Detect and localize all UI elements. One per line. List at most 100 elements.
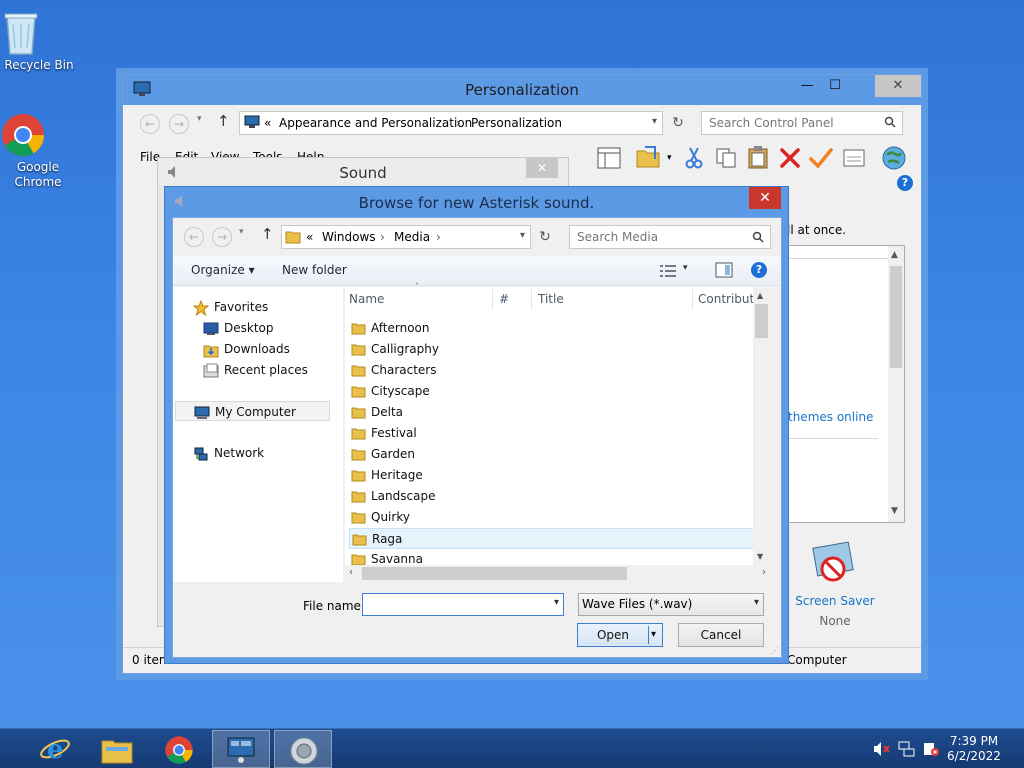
chevron-down-icon[interactable]: ▾ — [520, 230, 525, 241]
search-control-panel-input[interactable]: Search Control Panel — [701, 111, 903, 135]
folder-row[interactable]: Characters — [349, 360, 763, 381]
recent-dropdown[interactable]: ▾ — [197, 114, 202, 124]
folder-row[interactable]: Calligraphy — [349, 339, 763, 360]
breadcrumb-media[interactable]: Media — [394, 230, 430, 244]
file-list-vscrollbar[interactable]: ▲ ▼ — [753, 287, 770, 567]
open-dropdown-chevron-icon[interactable]: ▾ — [651, 624, 656, 646]
chevron-left-icon[interactable]: ‹ — [349, 567, 353, 578]
properties-icon[interactable] — [635, 145, 661, 169]
folder-row[interactable]: Cityscape — [349, 381, 763, 402]
column-separator[interactable] — [492, 289, 493, 309]
nav-favorites[interactable]: Favorites — [193, 297, 268, 317]
window-icon[interactable] — [843, 149, 865, 167]
folder-row[interactable]: Landscape — [349, 486, 763, 507]
maximize-button[interactable]: ☐ — [821, 75, 849, 97]
folder-row[interactable]: Garden — [349, 444, 763, 465]
checkmark-icon[interactable] — [809, 147, 833, 169]
folder-row[interactable]: Heritage — [349, 465, 763, 486]
chevron-down-icon[interactable]: ▾ — [683, 263, 688, 273]
chevron-down-icon[interactable]: ▼ — [757, 552, 763, 561]
chevron-down-icon[interactable]: ▾ — [754, 597, 759, 608]
view-options-icon[interactable] — [659, 264, 677, 278]
file-type-select[interactable]: Wave Files (*.wav) ▾ — [578, 593, 764, 616]
get-more-themes-link[interactable]: themes online — [788, 410, 873, 424]
folder-row[interactable]: Raga — [349, 528, 763, 549]
scrollbar-thumb[interactable] — [890, 266, 902, 368]
screen-saver-icon[interactable] — [811, 541, 857, 587]
folder-row[interactable]: Delta — [349, 402, 763, 423]
folder-row[interactable]: Festival — [349, 423, 763, 444]
forward-button[interactable]: → — [169, 114, 189, 134]
desktop-icon-google-chrome[interactable]: Google Chrome — [0, 112, 76, 190]
breadcrumb-separator[interactable]: › — [380, 230, 385, 244]
close-button[interactable]: ✕ — [875, 75, 921, 97]
breadcrumb-overflow[interactable]: « — [306, 230, 313, 244]
column-separator[interactable] — [531, 289, 532, 309]
nav-recent-places[interactable]: Recent places — [203, 360, 308, 380]
refresh-button[interactable]: ↻ — [534, 226, 556, 248]
column-header-number[interactable]: # — [499, 292, 509, 306]
action-center-icon[interactable] — [922, 741, 940, 757]
theme-list[interactable]: themes online ▲ ▼ — [787, 245, 905, 523]
organize-button[interactable]: Organize ▾ — [191, 263, 255, 277]
desktop-icon-recycle-bin[interactable]: Recycle Bin — [1, 8, 77, 73]
search-icon[interactable] — [884, 116, 896, 128]
network-tray-icon[interactable] — [898, 741, 916, 757]
chevron-down-icon[interactable]: ▾ — [652, 116, 657, 127]
resize-grip-icon[interactable]: ⋰ — [771, 646, 779, 655]
file-name-combobox[interactable]: ▾ — [362, 593, 564, 616]
taskbar-google-chrome[interactable] — [150, 730, 208, 768]
chevron-right-icon[interactable]: › — [762, 567, 766, 578]
back-button[interactable]: ← — [184, 227, 204, 247]
chevron-up-icon[interactable]: ▲ — [891, 250, 898, 260]
paste-icon[interactable] — [747, 145, 769, 169]
help-icon[interactable]: ? — [897, 175, 913, 191]
breadcrumb-windows[interactable]: Windows — [322, 230, 376, 244]
breadcrumb-personalization[interactable]: Personalization — [471, 116, 562, 130]
taskbar-sound[interactable] — [274, 730, 332, 768]
nav-network[interactable]: Network — [193, 443, 264, 463]
breadcrumb-separator[interactable]: › — [436, 230, 441, 244]
up-button[interactable]: ↑ — [261, 225, 274, 243]
scrollbar-thumb[interactable] — [362, 567, 627, 580]
recent-dropdown[interactable]: ▾ — [239, 227, 244, 237]
screen-saver-link[interactable]: Screen Saver — [793, 594, 877, 608]
chevron-down-icon[interactable]: ▼ — [891, 506, 898, 516]
sound-close-button[interactable]: ✕ — [526, 158, 558, 178]
personalization-titlebar[interactable]: Personalization — ☐ ✕ — [123, 75, 921, 105]
taskbar-control-panel[interactable] — [212, 730, 270, 768]
globe-icon[interactable] — [881, 145, 907, 171]
column-header-title[interactable]: Title — [538, 292, 564, 306]
help-icon[interactable]: ? — [751, 262, 767, 278]
folder-row[interactable]: Quirky — [349, 507, 763, 528]
refresh-button[interactable]: ↻ — [667, 112, 689, 134]
sound-titlebar[interactable]: Sound ✕ — [158, 158, 568, 186]
column-header-name[interactable]: Name — [349, 292, 384, 306]
breadcrumb-appearance[interactable]: Appearance and Personalization — [279, 116, 472, 130]
search-icon[interactable] — [752, 231, 764, 243]
copy-icon[interactable] — [715, 147, 737, 169]
preview-pane-icon[interactable] — [715, 262, 733, 278]
delete-icon[interactable] — [779, 147, 801, 169]
new-folder-button[interactable]: New folder — [282, 263, 347, 277]
cancel-button[interactable]: Cancel — [678, 623, 764, 647]
taskbar-file-explorer[interactable] — [88, 730, 146, 768]
column-separator[interactable] — [692, 289, 693, 309]
nav-desktop[interactable]: Desktop — [203, 318, 274, 338]
search-media-input[interactable]: Search Media — [569, 225, 771, 249]
taskbar-clock[interactable]: 7:39 PM 6/2/2022 — [944, 734, 1004, 764]
volume-muted-icon[interactable] — [873, 741, 891, 757]
file-list-hscrollbar[interactable]: ‹ › — [345, 565, 770, 582]
chevron-down-icon[interactable]: ▾ — [554, 597, 559, 608]
scrollbar-thumb[interactable] — [755, 304, 768, 338]
back-button[interactable]: ← — [140, 114, 160, 134]
breadcrumb-overflow[interactable]: « — [264, 116, 271, 130]
up-button[interactable]: ↑ — [217, 112, 230, 130]
open-button[interactable]: Open ▾ — [577, 623, 663, 647]
folder-address-bar[interactable]: « Windows › Media › ▾ — [281, 225, 531, 249]
theme-list-scrollbar[interactable]: ▲ ▼ — [888, 246, 904, 522]
nav-downloads[interactable]: Downloads — [203, 339, 290, 359]
chevron-up-icon[interactable]: ▲ — [757, 291, 763, 300]
forward-button[interactable]: → — [212, 227, 232, 247]
taskbar-internet-explorer[interactable]: e — [26, 730, 84, 768]
